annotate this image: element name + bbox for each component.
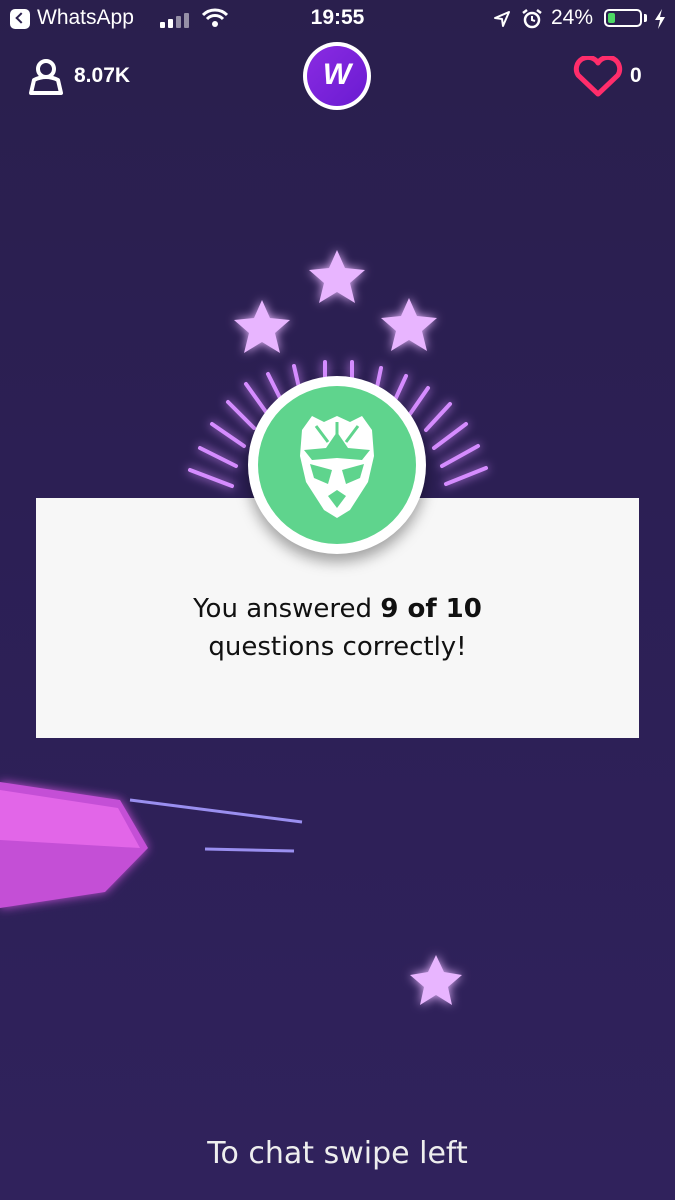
result-suffix: questions correctly! xyxy=(208,632,467,662)
star-icon xyxy=(234,300,290,353)
star-icon xyxy=(410,955,462,1005)
result-score: 9 of 10 xyxy=(380,594,482,624)
result-message: You answered 9 of 10 questions correctly… xyxy=(36,590,639,666)
result-prefix: You answered xyxy=(193,594,381,624)
winner-badge xyxy=(248,376,426,554)
star-icon xyxy=(381,298,437,351)
mask-icon xyxy=(300,416,374,518)
star-icon xyxy=(309,250,365,303)
comet-trail xyxy=(0,782,303,908)
swipe-to-chat-hint[interactable]: To chat swipe left xyxy=(0,1136,675,1171)
